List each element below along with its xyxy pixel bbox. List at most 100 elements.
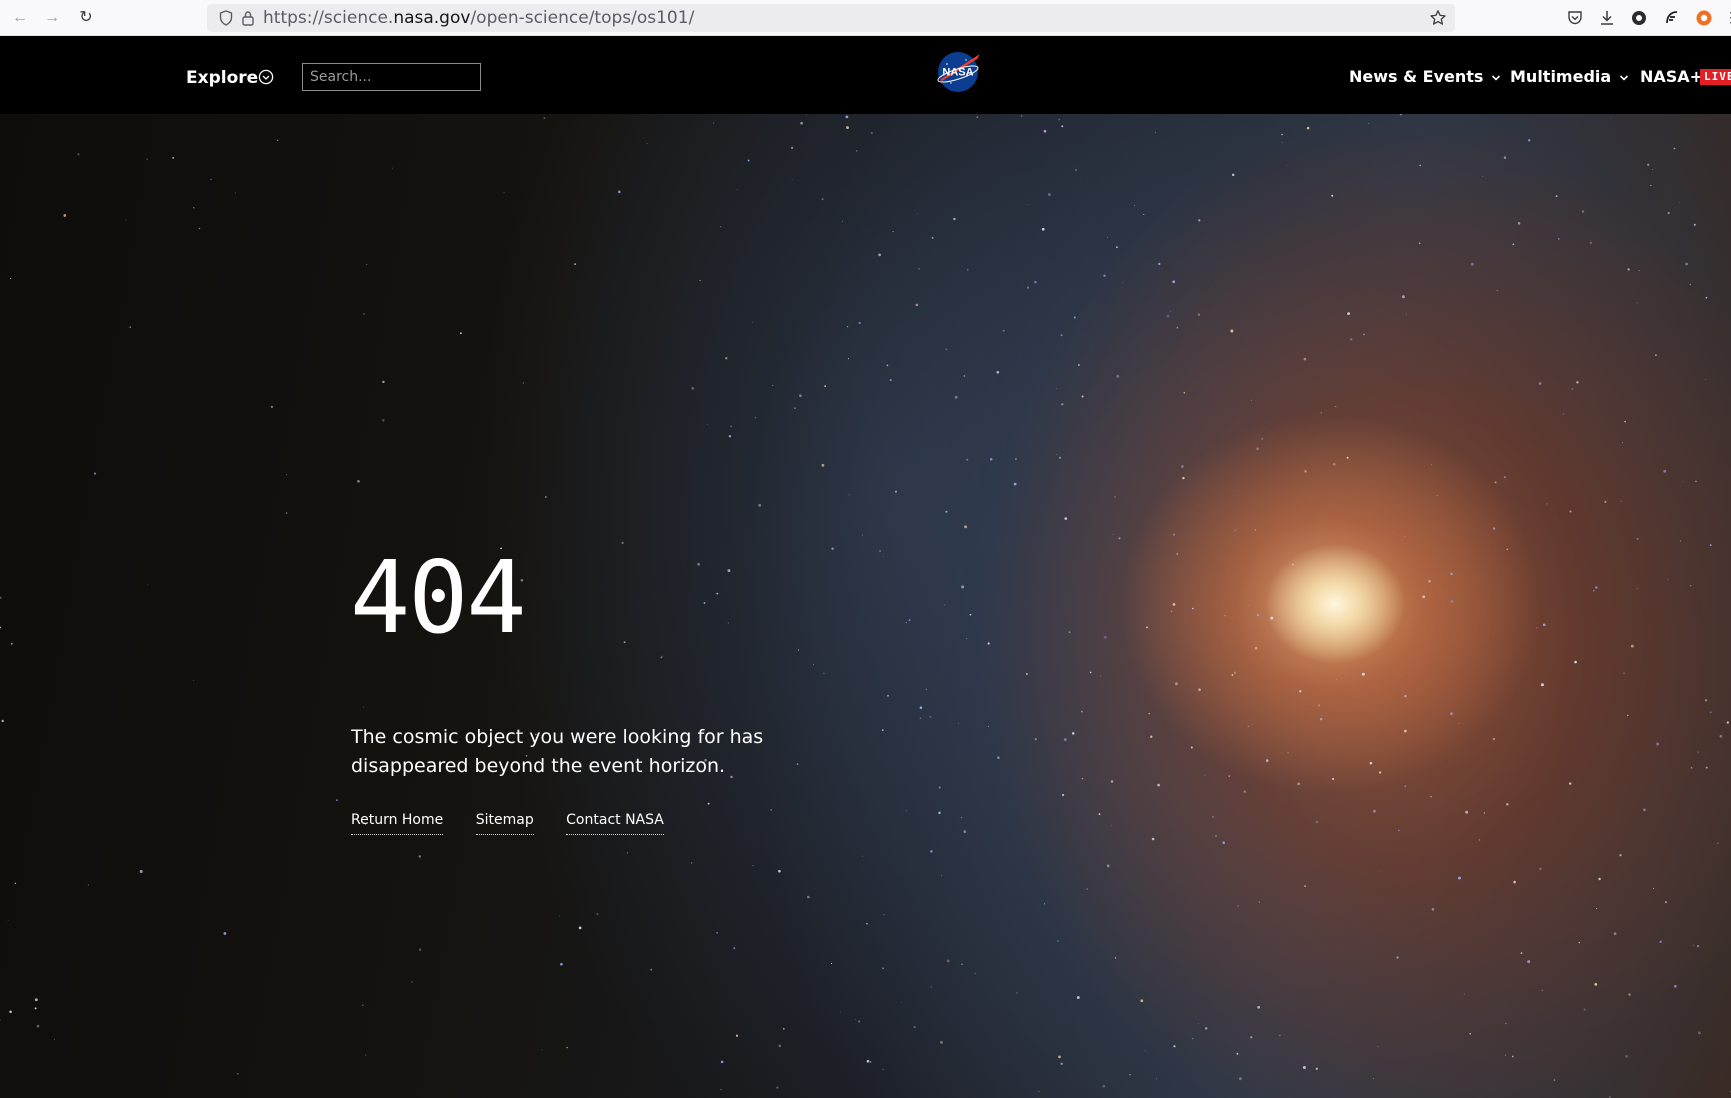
star (366, 263, 368, 266)
nav-multimedia[interactable]: Multimedia (1510, 67, 1629, 86)
star (1292, 563, 1294, 566)
sitemap-link[interactable]: Sitemap (475, 812, 534, 835)
star (1404, 785, 1407, 788)
star (845, 115, 849, 119)
star (1129, 1074, 1131, 1076)
star (1482, 176, 1483, 177)
extension-dark-icon[interactable] (1630, 9, 1648, 27)
star (365, 1054, 367, 1056)
star (1596, 908, 1598, 909)
star (1027, 203, 1029, 206)
star (938, 811, 941, 815)
star (1536, 627, 1538, 629)
star (382, 380, 385, 384)
star (1557, 237, 1560, 240)
url-bar[interactable]: https://science.nasa.gov/open-science/to… (207, 4, 1455, 32)
nasa-logo[interactable]: NASA (933, 50, 983, 94)
star (958, 723, 959, 725)
star (964, 525, 968, 529)
star (1404, 694, 1407, 698)
star (1250, 399, 1252, 401)
star (1155, 1078, 1157, 1080)
pocket-icon[interactable] (1566, 9, 1584, 27)
star (270, 405, 274, 409)
star (1058, 1055, 1061, 1059)
chevron-circle-down-icon[interactable] (258, 69, 274, 85)
star (720, 226, 722, 228)
star (545, 496, 547, 498)
star (1183, 392, 1186, 394)
star (976, 116, 979, 119)
star (1282, 142, 1283, 143)
explore-menu-button[interactable]: Explore (186, 68, 258, 88)
star (1394, 723, 1396, 724)
star (840, 1011, 841, 1013)
star (1401, 295, 1405, 299)
shield-icon[interactable] (219, 10, 233, 26)
bookmark-star-icon[interactable] (1429, 9, 1447, 27)
star (1613, 932, 1617, 936)
extension-feather-icon[interactable] (1663, 9, 1681, 27)
star (1362, 333, 1365, 336)
star (1134, 205, 1136, 207)
extension-orange-icon[interactable] (1695, 9, 1713, 27)
star (1664, 901, 1668, 904)
star (883, 914, 885, 916)
star (960, 816, 963, 819)
star (1106, 864, 1110, 868)
star (1538, 382, 1542, 385)
star (1705, 296, 1708, 299)
star (362, 1004, 364, 1006)
star (797, 649, 800, 651)
reload-icon[interactable]: ↻ (76, 8, 96, 28)
return-home-link[interactable]: Return Home (351, 812, 444, 835)
star (946, 959, 950, 963)
star (1628, 993, 1631, 996)
overflow-icon[interactable]: ⋮ (1724, 9, 1731, 27)
star (1527, 960, 1531, 964)
star (1638, 270, 1640, 272)
star (392, 167, 393, 169)
star (147, 583, 149, 585)
star (1236, 1052, 1239, 1055)
browser-toolbar: ← → ↻ https://science.nasa.gov/open-scie… (0, 0, 1731, 36)
star (1574, 660, 1577, 664)
star (139, 870, 143, 873)
star (1622, 442, 1624, 443)
contact-nasa-link[interactable]: Contact NASA (566, 812, 664, 835)
star (1171, 610, 1173, 612)
star (1404, 729, 1407, 733)
star (1663, 469, 1667, 473)
nav-nasa-plus[interactable]: NASA+ (1640, 67, 1703, 86)
star (1317, 704, 1321, 707)
star (1016, 992, 1018, 994)
url-text[interactable]: https://science.nasa.gov/open-science/to… (263, 8, 694, 28)
star (1222, 841, 1225, 844)
nav-news-events[interactable]: News & Events (1349, 67, 1501, 86)
star (1696, 944, 1700, 948)
back-icon[interactable]: ← (10, 8, 30, 28)
forward-icon[interactable]: → (42, 8, 62, 28)
star (1610, 117, 1611, 119)
star (794, 407, 796, 409)
star (36, 1024, 40, 1028)
star (997, 756, 1000, 759)
star (1114, 496, 1116, 498)
star (1214, 834, 1218, 837)
lock-icon[interactable] (241, 10, 255, 26)
star (223, 932, 227, 935)
download-icon[interactable] (1598, 9, 1616, 27)
star (541, 1049, 543, 1051)
star (336, 799, 338, 802)
search-input[interactable] (303, 64, 480, 90)
star (1679, 540, 1682, 542)
star (1247, 725, 1249, 728)
star (730, 425, 732, 427)
star (913, 1025, 916, 1029)
star (713, 122, 715, 124)
star (574, 263, 576, 265)
star (236, 1072, 239, 1075)
star (285, 474, 288, 476)
star (1038, 1091, 1040, 1093)
star (1068, 631, 1071, 634)
